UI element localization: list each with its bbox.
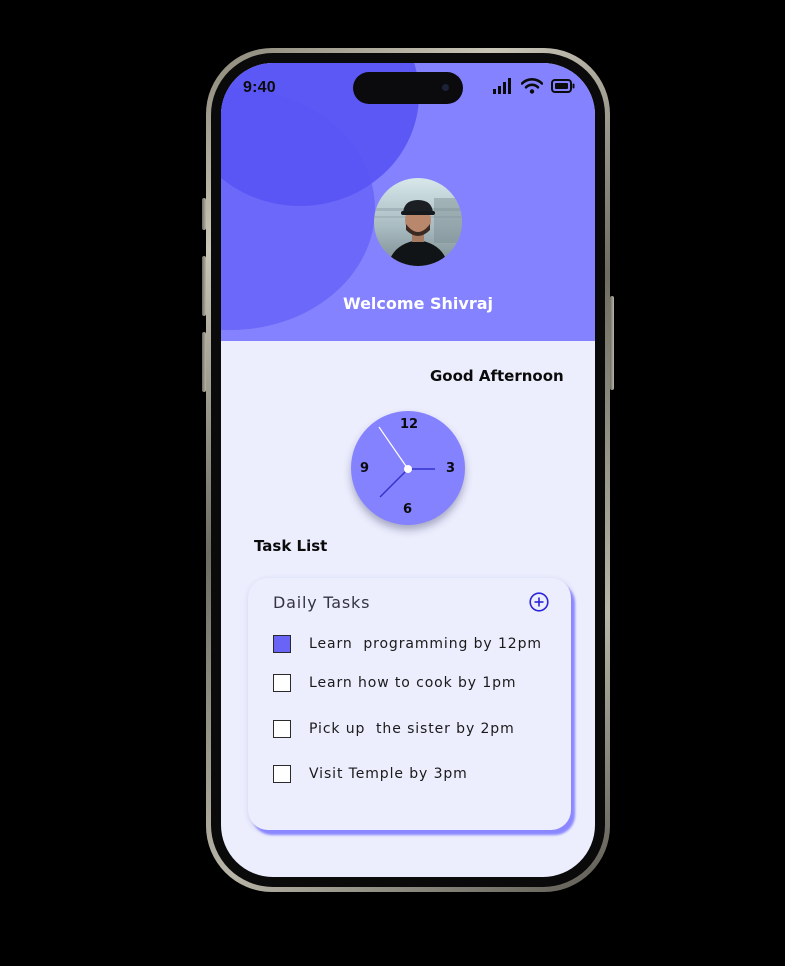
app-screen: 9:40 Welcome Shivraj Good Afternoon 12 3… — [221, 63, 595, 877]
status-time: 9:40 — [243, 79, 276, 96]
add-task-button[interactable] — [529, 592, 549, 612]
task-item[interactable]: Pick up the sister by 2pm — [273, 720, 515, 738]
welcome-text: Welcome Shivraj — [343, 294, 493, 313]
volume-up-button — [202, 256, 206, 316]
clock-center — [404, 465, 412, 473]
wifi-icon — [521, 78, 543, 94]
camera-lens — [442, 84, 449, 91]
task-label: Learn programming by 12pm — [309, 636, 542, 652]
task-checkbox[interactable] — [273, 765, 291, 783]
task-checkbox[interactable] — [273, 674, 291, 692]
dynamic-island — [353, 72, 463, 104]
task-list-heading: Task List — [254, 537, 328, 555]
volume-down-button — [202, 332, 206, 392]
task-checkbox-checked[interactable] — [273, 635, 291, 653]
analog-clock: 12 3 6 9 — [351, 411, 465, 525]
card-title: Daily Tasks — [273, 593, 371, 612]
status-icons — [493, 77, 575, 95]
avatar-photo — [374, 178, 462, 266]
avatar[interactable] — [374, 178, 462, 266]
battery-icon — [551, 79, 575, 93]
clock-hands — [378, 426, 435, 498]
greeting-text: Good Afternoon — [430, 367, 564, 385]
signal-icon — [493, 78, 511, 94]
task-checkbox[interactable] — [273, 720, 291, 738]
task-label: Pick up the sister by 2pm — [309, 721, 515, 737]
task-label: Visit Temple by 3pm — [309, 766, 468, 782]
power-button — [610, 296, 614, 390]
task-item[interactable]: Learn how to cook by 1pm — [273, 674, 516, 692]
second-hand — [378, 426, 409, 470]
action-button — [202, 198, 206, 230]
daily-tasks-card: Daily Tasks Learn programming by 12pm Le… — [248, 578, 571, 830]
task-label: Learn how to cook by 1pm — [309, 675, 517, 691]
minute-hand — [379, 468, 409, 498]
task-item[interactable]: Visit Temple by 3pm — [273, 765, 468, 783]
profile-header: 9:40 Welcome Shivraj — [221, 63, 595, 341]
task-item[interactable]: Learn programming by 12pm — [273, 635, 542, 653]
